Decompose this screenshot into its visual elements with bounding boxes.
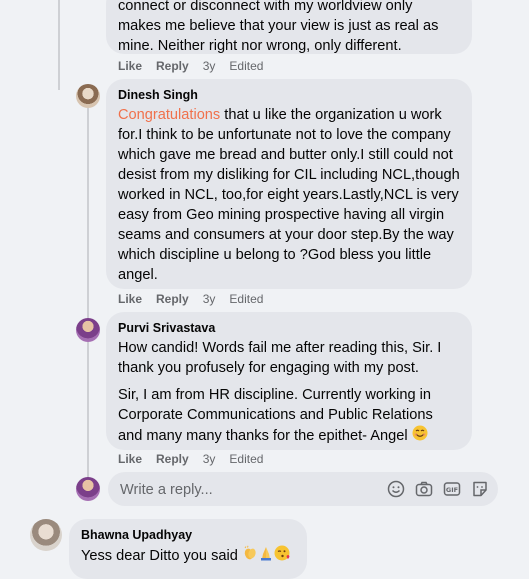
smiling-face-emoji	[412, 425, 428, 447]
like-button[interactable]: Like	[118, 292, 142, 306]
thread-line	[87, 108, 89, 318]
reply-input[interactable]	[118, 472, 372, 508]
gif-icon[interactable]: GIF	[443, 480, 461, 498]
comment-paragraph: How candid! Words fail me after reading …	[118, 340, 442, 376]
reply-button[interactable]: Reply	[156, 292, 189, 306]
current-user-avatar[interactable]	[76, 477, 100, 501]
comment-author[interactable]: Dinesh Singh	[118, 87, 460, 103]
edited-label: Edited	[229, 59, 264, 73]
reply-button[interactable]: Reply	[156, 452, 189, 466]
comment-text: Congratulations that u like the organiza…	[118, 107, 460, 283]
avatar[interactable]	[76, 318, 100, 342]
comment-text: How candid! Words fail me after reading …	[118, 338, 460, 447]
comment-author[interactable]: Purvi Srivastava	[118, 320, 460, 336]
like-button[interactable]: Like	[118, 59, 142, 73]
comment-bubble: Dinesh Singh Congratulations that u like…	[106, 79, 472, 289]
comment-actions: Like Reply 3y Edited	[118, 292, 263, 306]
highlight-word: Congratulations	[118, 107, 221, 123]
timestamp[interactable]: 3y	[203, 59, 216, 73]
reply-button[interactable]: Reply	[156, 59, 189, 73]
comment-actions: Like Reply 3y Edited	[118, 59, 263, 73]
reply-box: GIF	[108, 472, 498, 508]
comment-text: Yess dear Ditto you said	[81, 545, 295, 567]
comment-actions: Like Reply 3y Edited	[118, 452, 263, 466]
camera-icon[interactable]	[415, 480, 433, 498]
comment-text: connect or disconnect with my worldview …	[118, 0, 439, 54]
svg-text:GIF: GIF	[446, 486, 458, 494]
edited-label: Edited	[229, 292, 264, 306]
folded-hands-emoji	[258, 545, 274, 567]
wink-kiss-emoji	[274, 545, 290, 567]
comment-bubble: Bhawna Upadhyay Yess dear Ditto you said	[69, 519, 307, 579]
comment-bubble: connect or disconnect with my worldview …	[106, 0, 472, 54]
avatar[interactable]	[30, 519, 62, 551]
comment-paragraph: Sir, I am from HR discipline. Currently …	[118, 385, 460, 447]
comment-bubble: Purvi Srivastava How candid! Words fail …	[106, 312, 472, 450]
timestamp[interactable]: 3y	[203, 452, 216, 466]
sticker-icon[interactable]	[471, 480, 489, 498]
smiley-icon[interactable]	[387, 480, 405, 498]
thread-line	[58, 0, 60, 90]
like-button[interactable]: Like	[118, 452, 142, 466]
edited-label: Edited	[229, 452, 264, 466]
thread-line	[87, 342, 89, 478]
timestamp[interactable]: 3y	[203, 292, 216, 306]
clapping-hands-emoji	[242, 545, 258, 567]
avatar[interactable]	[76, 84, 100, 108]
comment-author[interactable]: Bhawna Upadhyay	[81, 527, 295, 543]
